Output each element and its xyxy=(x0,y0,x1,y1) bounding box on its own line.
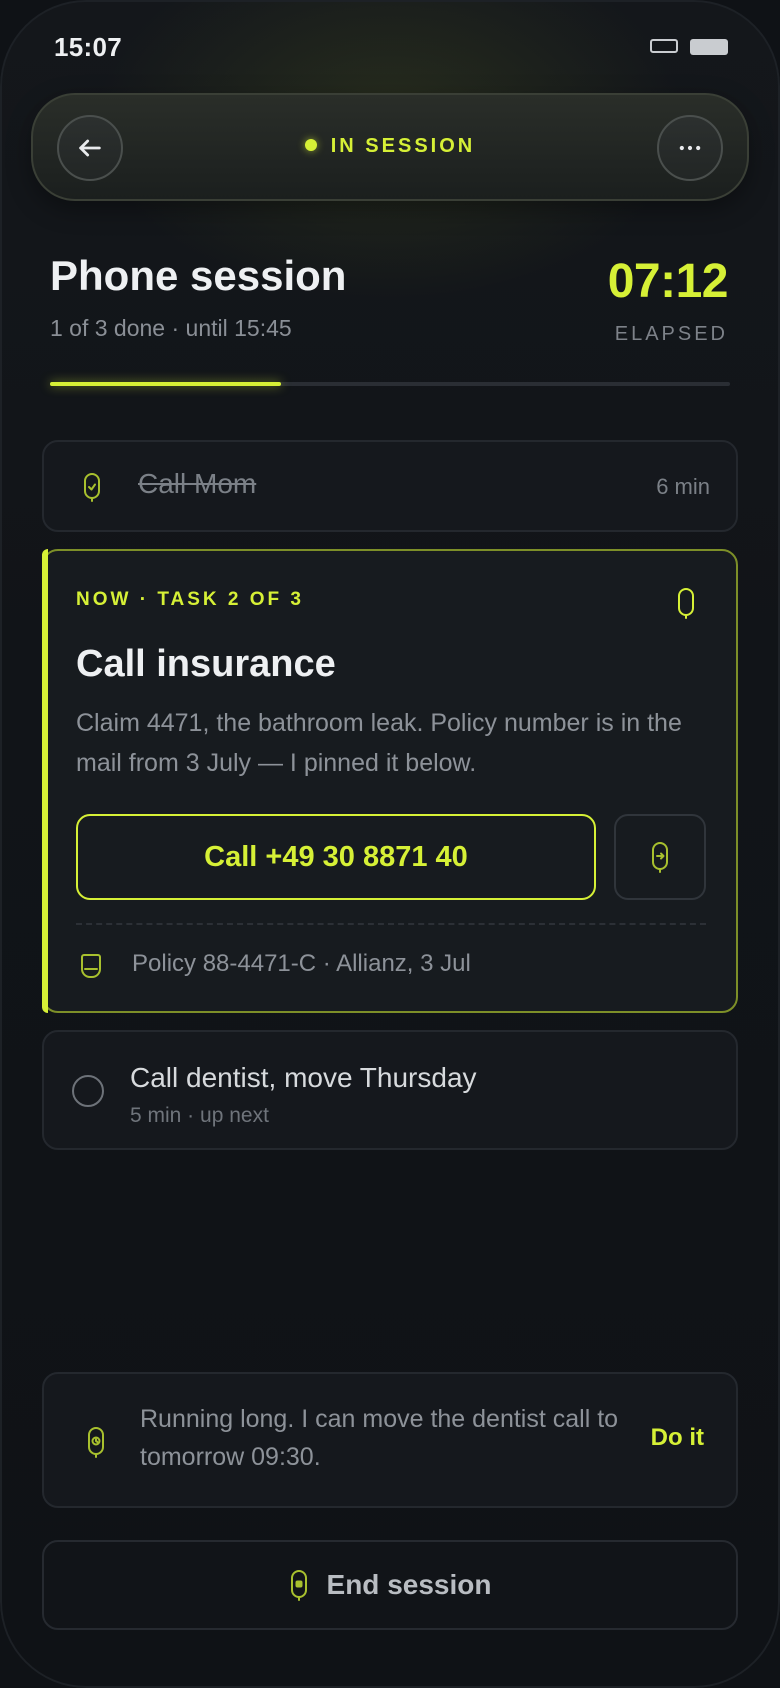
status-icons xyxy=(650,39,728,55)
elapsed-label: ELAPSED xyxy=(614,323,728,345)
task-card-current: NOW · TASK 2 OF 3 Call insurance Claim 4… xyxy=(42,549,738,1013)
task-kicker: NOW · TASK 2 OF 3 xyxy=(76,589,304,610)
pinned-policy-note[interactable]: Policy 88-4471-C · Allianz, 3 Jul xyxy=(132,950,471,978)
do-it-button[interactable]: Do it xyxy=(651,1424,704,1452)
task-name: Call dentist, move Thursday xyxy=(130,1062,477,1093)
stop-phone-icon xyxy=(290,1570,307,1601)
phone-screen: 15:07 IN SESSION Phone session 1 of 3 do… xyxy=(0,0,780,1688)
task-card-next[interactable]: Call dentist, move Thursday 5 min · up n… xyxy=(42,1030,738,1150)
task-duration: 6 min xyxy=(656,474,710,499)
page-title: Phone session xyxy=(50,252,347,299)
task-description: Claim 4471, the bathroom leak. Policy nu… xyxy=(76,709,682,777)
more-button[interactable] xyxy=(657,115,723,181)
end-session-button[interactable]: End session xyxy=(42,1540,738,1630)
divider xyxy=(76,923,706,925)
more-horizontal-icon xyxy=(679,145,701,151)
task-title: Call insurance xyxy=(76,643,336,685)
session-progress xyxy=(50,382,730,386)
session-state-label: IN SESSION xyxy=(33,135,747,158)
battery-icon xyxy=(690,39,728,55)
live-dot xyxy=(304,139,317,151)
call-button[interactable]: Call +49 30 8871 40 xyxy=(76,814,596,900)
document-icon xyxy=(80,952,102,978)
suggestion-text: Running long. I can move the dentist cal… xyxy=(140,1405,619,1471)
phone-check-icon xyxy=(82,472,102,502)
session-subtitle: 1 of 3 done · until 15:45 xyxy=(50,315,292,341)
session-progress-fill xyxy=(50,382,282,386)
task-meta: 5 min · up next xyxy=(130,1104,269,1127)
session-header: IN SESSION xyxy=(31,93,749,201)
clock-phone-icon xyxy=(86,1426,106,1458)
phone-icon xyxy=(676,587,696,619)
signal-icon xyxy=(650,39,678,53)
status-time: 15:07 xyxy=(54,32,122,62)
task-name: Call Mom xyxy=(138,468,257,499)
elapsed-timer: 07:12 xyxy=(607,255,729,308)
phone-forward-icon xyxy=(652,842,668,873)
task-card-done[interactable]: Call Mom 6 min xyxy=(42,440,738,532)
suggestion-card: Running long. I can move the dentist cal… xyxy=(42,1372,738,1508)
transfer-button[interactable] xyxy=(614,814,706,900)
end-session-label: End session xyxy=(326,1569,492,1600)
task-checkbox[interactable] xyxy=(72,1075,104,1107)
